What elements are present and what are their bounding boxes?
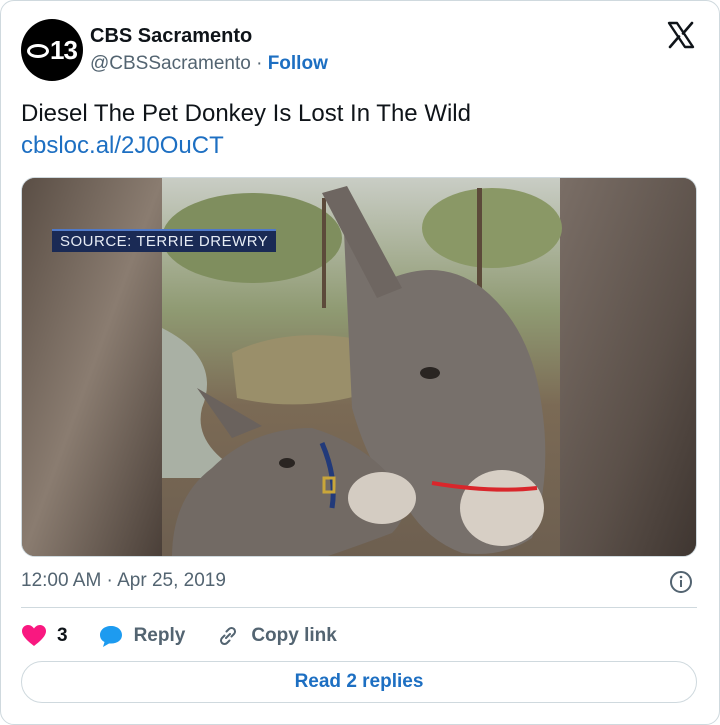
divider [21,607,697,608]
source-label: SOURCE: TERRIE DREWRY [52,229,277,252]
timestamp[interactable]: 12:00 AM · Apr 25, 2019 [21,570,226,592]
link-icon [220,626,237,646]
avatar-text: 13 [50,34,78,65]
tweet-link[interactable]: cbsloc.al/2J0OuCT [21,130,224,162]
handle-row: @CBSSacramento · Follow [90,53,328,75]
tweet-media-image[interactable]: SOURCE: TERRIE DREWRY [21,177,697,557]
separator: · [250,53,268,74]
follow-button[interactable]: Follow [268,53,328,74]
tweet-card: 13 CBS Sacramento @CBSSacramento · Follo… [0,0,720,725]
reply-label: Reply [133,625,186,646]
copy-link-button[interactable]: Copy link [215,624,337,648]
x-logo-icon[interactable] [665,19,697,51]
tweet-text: Diesel The Pet Donkey Is Lost In The Wil… [21,100,471,127]
account-name[interactable]: CBS Sacramento [90,25,252,48]
info-icon[interactable] [669,570,693,594]
cbs-eye-icon [27,44,50,58]
read-replies-button[interactable]: Read 2 replies [21,661,697,703]
reply-button[interactable]: Reply [98,624,186,648]
action-bar: 3 Reply Copy link [21,621,367,651]
reply-bubble-icon [99,626,122,647]
like-button[interactable]: 3 [21,624,68,648]
avatar[interactable]: 13 [21,19,83,81]
copy-link-label: Copy link [251,625,337,646]
heart-icon [22,625,46,646]
account-handle[interactable]: @CBSSacramento [90,53,251,74]
like-count: 3 [57,625,68,646]
